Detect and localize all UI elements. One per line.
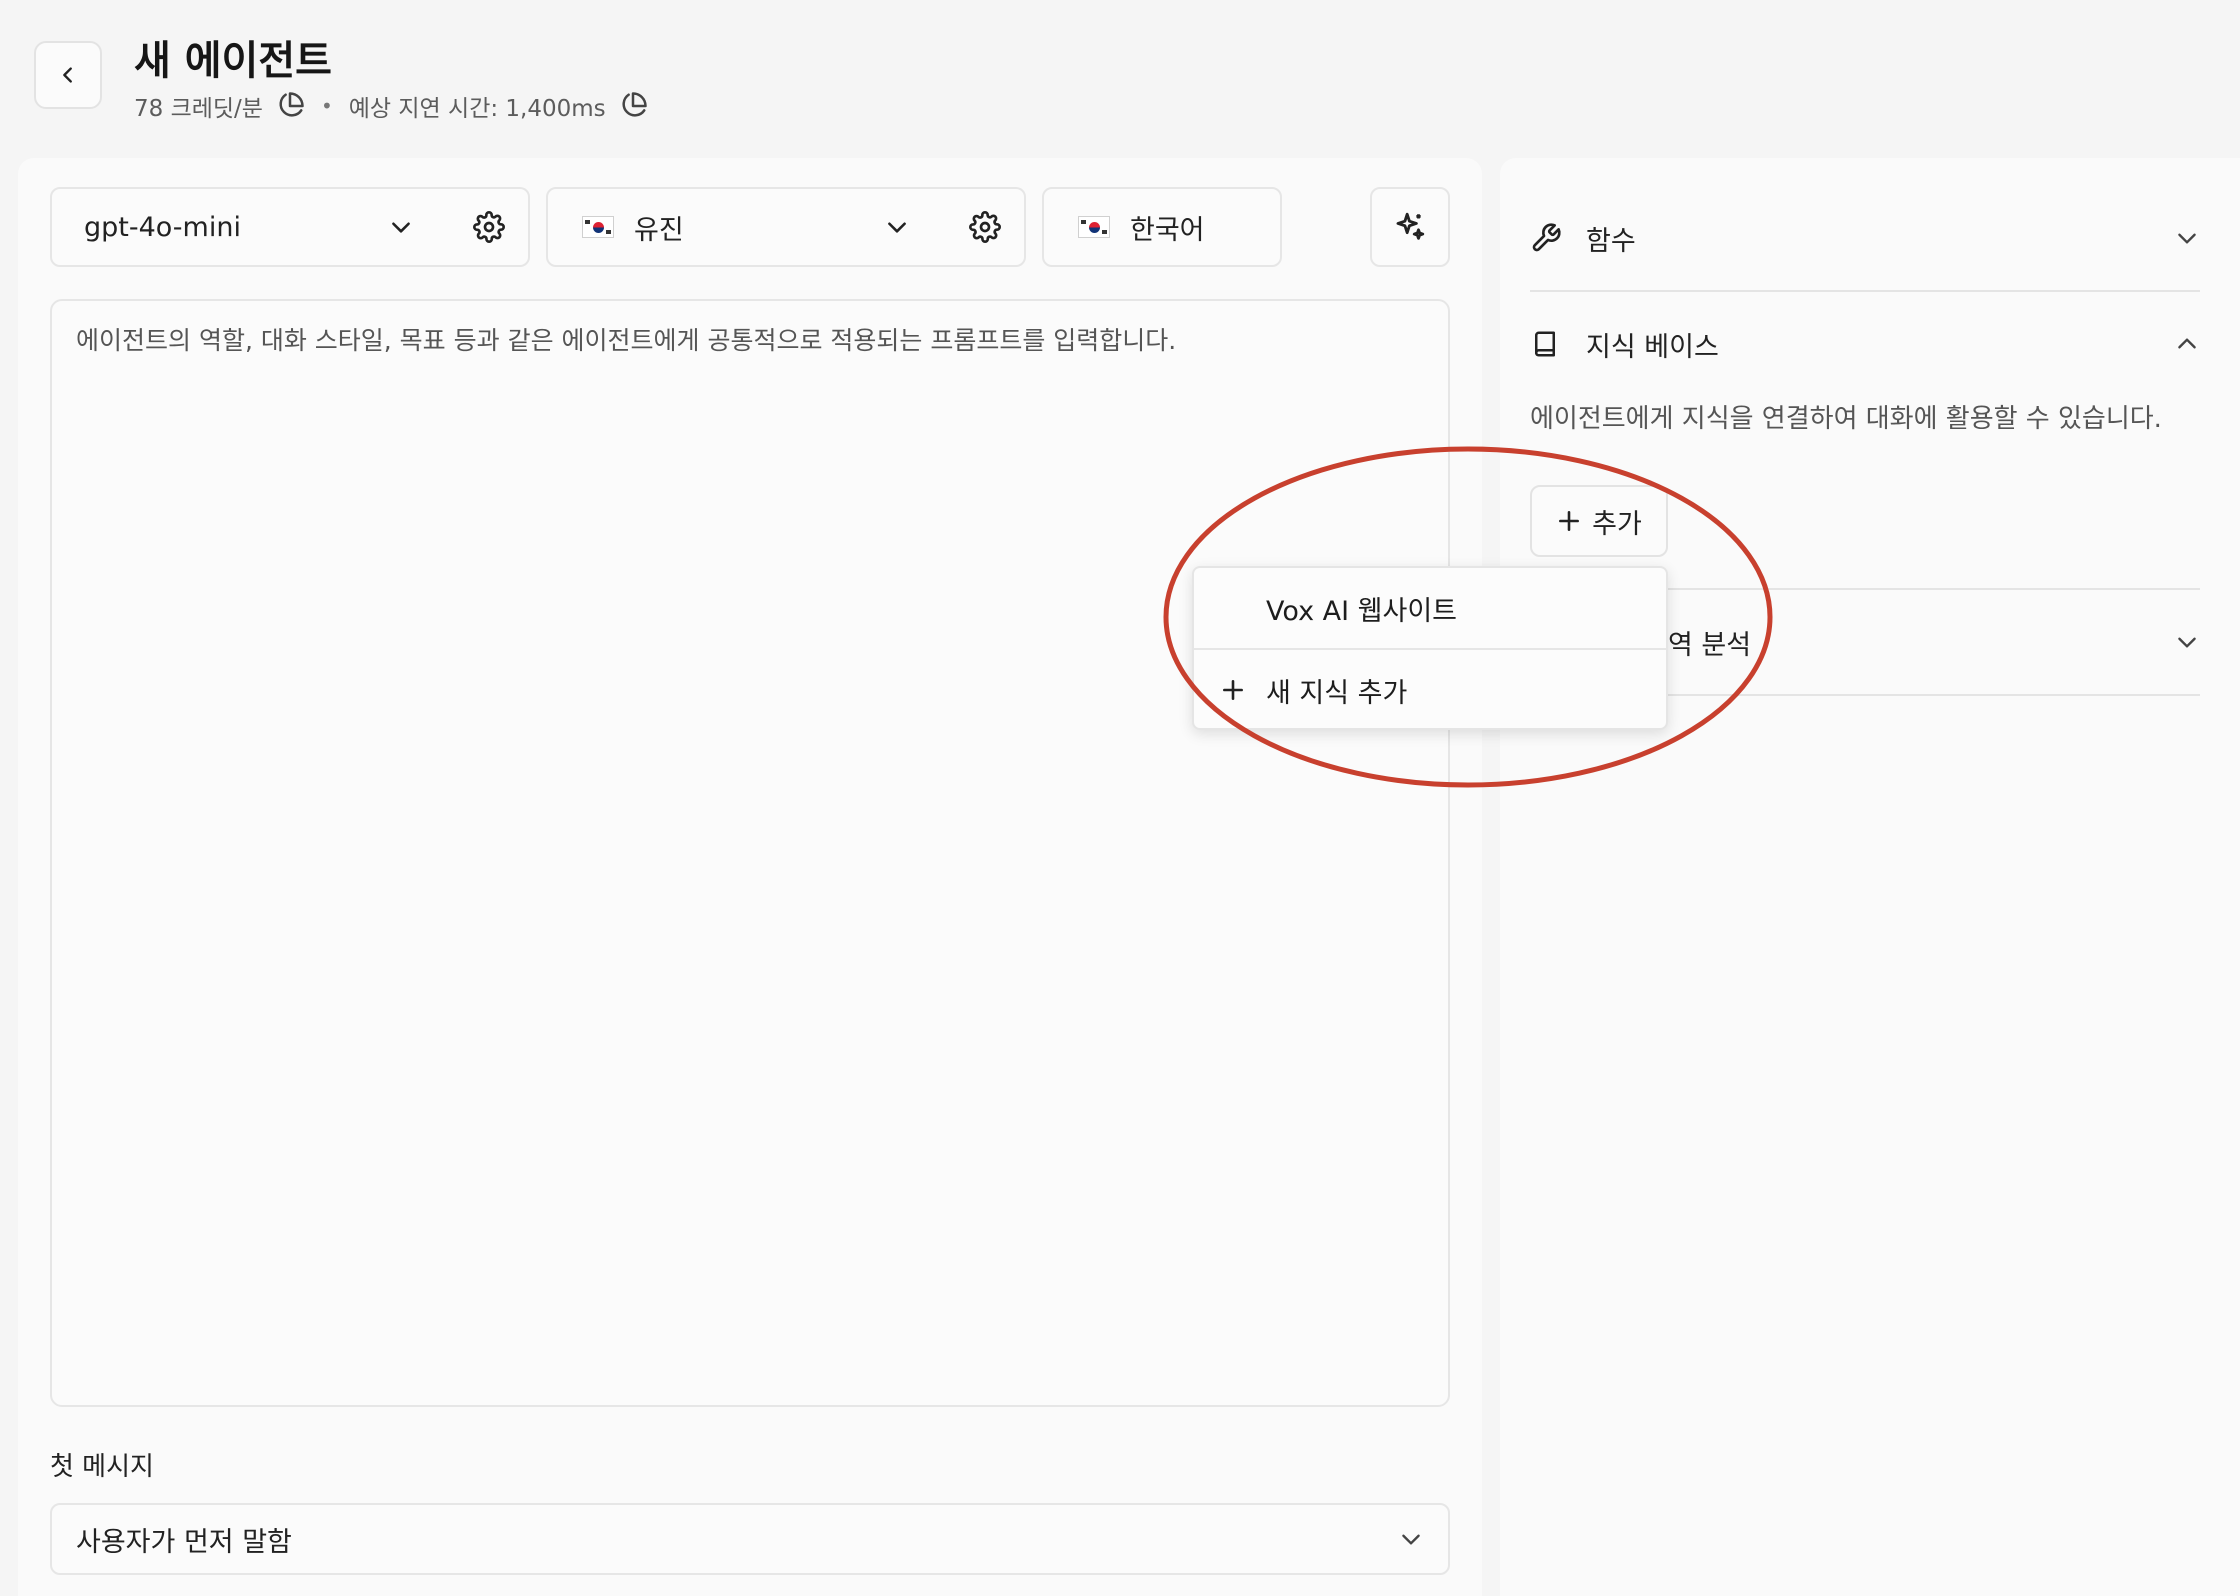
voice-select-value: 유진 — [634, 214, 684, 246]
pie-chart-icon[interactable] — [275, 91, 305, 121]
prompt-placeholder: 에이전트의 역할, 대화 스타일, 목표 등과 같은 에이전트에게 공통적으로 … — [76, 326, 1177, 355]
chevron-down-icon — [2178, 233, 2196, 244]
back-button[interactable] — [34, 41, 102, 109]
wrench-icon — [1532, 223, 1561, 252]
knowledge-title: 지식 베이스 — [1586, 331, 1719, 363]
chevron-up-icon — [2178, 338, 2196, 349]
chevron-left-icon — [63, 67, 72, 83]
book-icon — [1535, 331, 1555, 357]
page-title: 새 에이전트 — [134, 38, 332, 84]
menu-item-vox-website[interactable]: Vox AI 웹사이트 — [1194, 568, 1666, 648]
agent-meta: 78 크레딧/분 • 예상 지연 시간: 1,400ms — [134, 88, 648, 124]
first-message-value: 사용자가 먼저 말함 — [76, 1526, 292, 1558]
ai-generate-button[interactable] — [1370, 187, 1450, 267]
section-divider — [1530, 290, 2200, 292]
voice-select[interactable]: 유진 — [546, 187, 948, 267]
voice-settings-button[interactable] — [946, 187, 1026, 267]
functions-section-header[interactable]: 함수 — [1530, 210, 2200, 266]
latency-text: 예상 지연 시간: 1,400ms — [348, 96, 606, 122]
plus-icon — [1559, 511, 1580, 531]
language-select[interactable]: 한국어 — [1042, 187, 1282, 267]
model-select[interactable]: gpt-4o-mini — [50, 187, 452, 267]
knowledge-dropdown-menu: Vox AI 웹사이트 새 지식 추가 — [1192, 566, 1668, 730]
knowledge-section-header[interactable]: 지식 베이스 — [1530, 316, 2200, 372]
settings-panel — [1500, 158, 2240, 1596]
chevron-down-icon — [1402, 1534, 1420, 1545]
plus-icon — [1223, 680, 1243, 700]
korea-flag-icon — [582, 216, 614, 238]
menu-item-label: Vox AI 웹사이트 — [1266, 595, 1457, 627]
add-knowledge-button[interactable]: 추가 — [1530, 485, 1668, 557]
credits-text: 78 크레딧/분 — [134, 96, 263, 122]
korea-flag-icon — [1078, 216, 1110, 238]
analysis-section-header[interactable]: 역 분석 — [1668, 614, 2200, 670]
prompt-textarea[interactable]: 에이전트의 역할, 대화 스타일, 목표 등과 같은 에이전트에게 공통적으로 … — [50, 299, 1450, 1407]
gear-icon — [473, 211, 505, 243]
model-select-value: gpt-4o-mini — [84, 211, 241, 243]
menu-item-label: 새 지식 추가 — [1266, 677, 1408, 709]
menu-item-add-new-knowledge[interactable]: 새 지식 추가 — [1194, 650, 1666, 730]
add-knowledge-label: 추가 — [1592, 508, 1642, 540]
language-select-value: 한국어 — [1130, 214, 1205, 246]
first-message-select[interactable]: 사용자가 먼저 말함 — [50, 1503, 1450, 1575]
knowledge-description: 에이전트에게 지식을 연결하여 대화에 활용할 수 있습니다. — [1530, 404, 2162, 434]
chevron-down-icon — [2178, 637, 2196, 648]
sparkles-icon — [1396, 212, 1425, 240]
functions-title: 함수 — [1586, 225, 1636, 257]
separator-dot: • — [320, 94, 333, 118]
chevron-down-icon — [392, 222, 410, 233]
model-settings-button[interactable] — [450, 187, 530, 267]
gear-icon — [969, 211, 1001, 243]
chevron-down-icon — [888, 222, 906, 233]
first-message-label: 첫 메시지 — [50, 1452, 154, 1482]
pie-chart-icon[interactable] — [618, 91, 648, 121]
analysis-title-partial: 역 분석 — [1668, 629, 1752, 661]
